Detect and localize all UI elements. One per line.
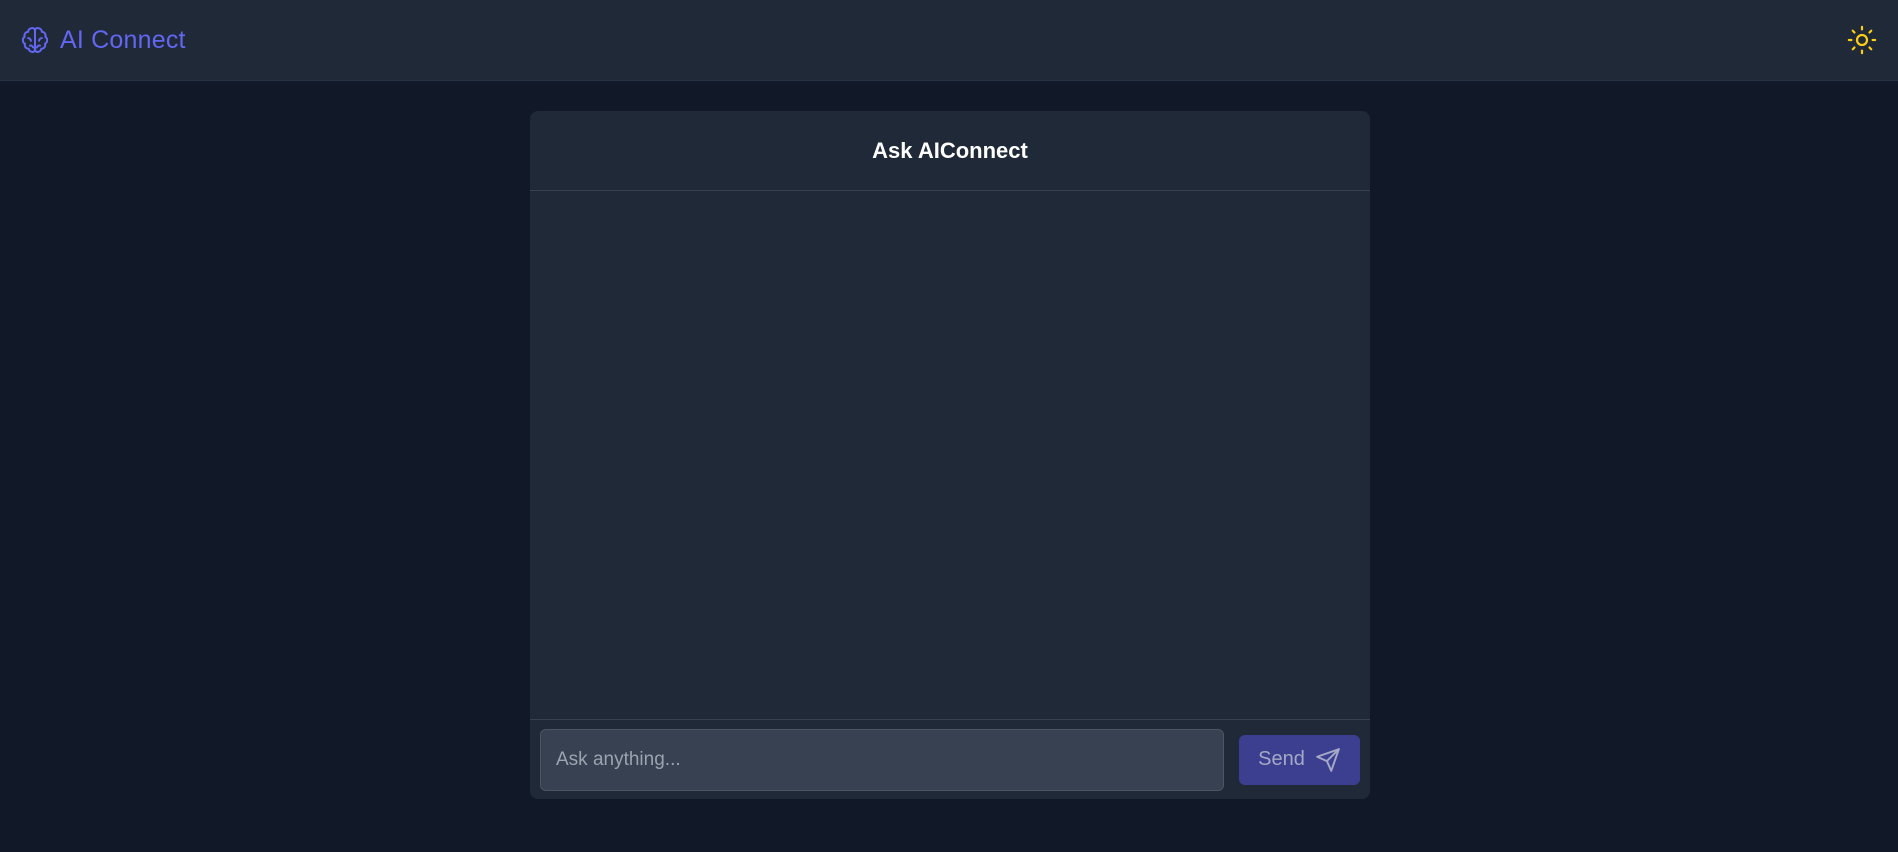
- send-button-label: Send: [1258, 748, 1305, 770]
- chat-messages-area[interactable]: [530, 191, 1370, 719]
- chat-input-bar: Send: [530, 719, 1370, 799]
- send-icon: [1316, 747, 1340, 772]
- brain-icon: [21, 27, 49, 53]
- send-button[interactable]: Send: [1239, 734, 1360, 785]
- chat-title: Ask AIConnect: [872, 137, 1028, 163]
- brand-logo-link[interactable]: AI Connect: [20, 25, 186, 55]
- sun-icon: [1847, 25, 1877, 55]
- theme-toggle-button[interactable]: [1844, 22, 1880, 58]
- chat-panel: Ask AIConnect Send: [530, 111, 1370, 799]
- app-name: AI Connect: [60, 25, 186, 54]
- chat-header: Ask AIConnect: [530, 111, 1370, 191]
- top-navbar: AI Connect: [0, 0, 1898, 81]
- chat-input[interactable]: [540, 728, 1224, 791]
